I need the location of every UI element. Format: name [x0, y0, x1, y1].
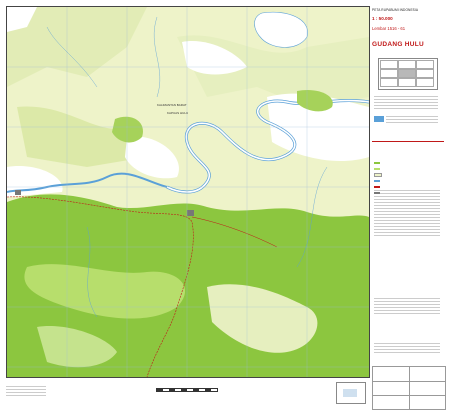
agency-logo [374, 116, 384, 122]
topographic-map [7, 7, 369, 377]
province-label: KALIMANTAN BARAT [157, 103, 187, 107]
legend-divider [372, 141, 444, 142]
map-sheet: KALIMANTAN BARAT KAPUAS HULU PETA RUPABU… [0, 0, 450, 414]
adjoining-sheets-box [372, 366, 446, 410]
agency-block [386, 114, 438, 125]
location-inset [336, 382, 366, 404]
map-series-title: PETA RUPABUMI INDONESIA [372, 8, 419, 12]
declination-block [374, 341, 440, 355]
sheet-name: GUDANG HULU [372, 41, 425, 48]
legend-block [374, 151, 440, 238]
source-notes [374, 296, 440, 316]
notes-block [374, 94, 438, 111]
district-label: KAPUAS HULU [167, 111, 189, 115]
footer-notes-left [6, 384, 46, 398]
scale-label: 1 : 50.000 [372, 16, 393, 21]
info-panel: PETA RUPABUMI INDONESIA 1 : 50.000 Lemba… [372, 6, 444, 376]
map-footer [6, 380, 368, 408]
sheet-index-diagram [378, 58, 438, 90]
map-frame[interactable]: KALIMANTAN BARAT KAPUAS HULU [6, 6, 370, 378]
sheet-number: Lembar 1516 - 61 [372, 26, 406, 31]
scale-bar [156, 388, 218, 392]
